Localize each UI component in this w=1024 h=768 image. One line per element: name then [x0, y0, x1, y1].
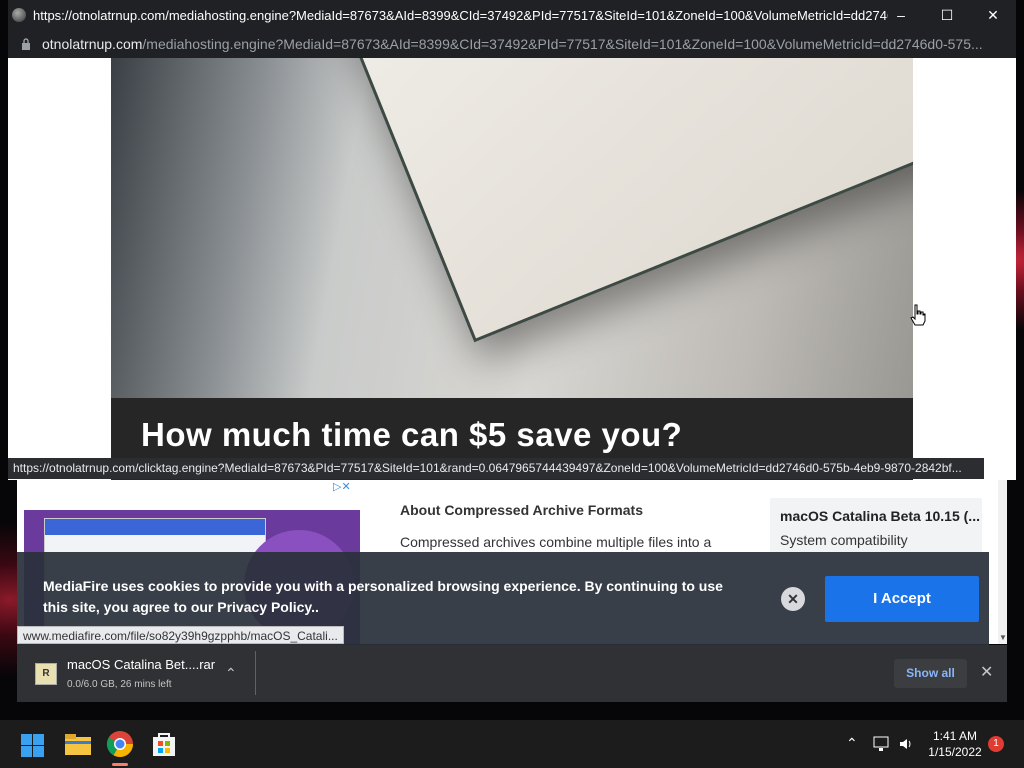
page-scrollbar[interactable]: ▼ — [998, 480, 1007, 644]
file-subtitle: System compatibility — [780, 532, 908, 548]
clock-date: 1/15/2022 — [928, 745, 982, 759]
chevron-up-icon[interactable]: ⌃ — [225, 665, 237, 682]
link-hover-status: https://otnolatrnup.com/clicktag.engine?… — [8, 458, 984, 479]
divider — [255, 651, 256, 695]
popup-content: 5 How much time can $5 save you? — [8, 58, 1016, 480]
close-window-button[interactable]: ✕ — [970, 0, 1016, 30]
cookie-message: MediaFire uses cookies to provide you wi… — [43, 578, 723, 615]
file-explorer-icon[interactable] — [62, 728, 94, 760]
popup-url[interactable]: otnolatrnup.com/mediahosting.engine?Medi… — [42, 36, 1002, 52]
adchoices-icon[interactable]: ▷✕ — [331, 480, 353, 493]
close-shelf-icon[interactable]: ✕ — [980, 662, 993, 682]
download-status: 0.0/6.0 GB, 26 mins left — [67, 679, 172, 690]
ad-banner[interactable]: 5 How much time can $5 save you? — [111, 58, 913, 480]
scroll-down-icon[interactable]: ▼ — [999, 633, 1007, 642]
lock-icon — [22, 38, 30, 50]
store-icon[interactable] — [148, 728, 180, 760]
windows-start-icon[interactable] — [18, 728, 50, 760]
minimize-button[interactable]: – — [878, 0, 924, 30]
chrome-icon[interactable] — [104, 728, 136, 760]
popup-titlebar: https://otnolatrnup.com/mediahosting.eng… — [8, 0, 1016, 30]
site-favicon-icon — [12, 8, 26, 22]
page-link-status: www.mediafire.com/file/so82y39h9gzpphb/m… — [17, 626, 344, 644]
show-all-button[interactable]: Show all — [894, 659, 967, 688]
maximize-button[interactable]: ☐ — [924, 0, 970, 30]
active-app-indicator — [112, 763, 128, 766]
clock[interactable]: 1:41 AM 1/15/2022 — [920, 728, 990, 760]
url-domain: otnolatrnup.com — [42, 36, 143, 52]
download-shelf: R macOS Catalina Bet....rar 0.0/6.0 GB, … — [17, 645, 1007, 702]
clock-time: 1:41 AM — [932, 729, 978, 743]
ad-image-five-dollar-bill[interactable]: 5 — [111, 58, 913, 398]
about-title: About Compressed Archive Formats — [400, 502, 643, 518]
cookie-close-button[interactable]: ✕ — [781, 587, 805, 611]
popup-title-text: https://otnolatrnup.com/mediahosting.eng… — [33, 8, 888, 23]
download-file-name[interactable]: macOS Catalina Bet....rar — [67, 657, 215, 672]
popup-address-bar[interactable]: otnolatrnup.com/mediahosting.engine?Medi… — [8, 30, 1016, 58]
network-icon[interactable] — [873, 736, 891, 752]
bill-graphic: 5 — [311, 58, 913, 343]
file-title: macOS Catalina Beta 10.15 (... — [780, 508, 980, 524]
ad-headline: How much time can $5 save you? — [141, 416, 683, 453]
rar-file-icon: R — [35, 663, 57, 685]
about-body: Compressed archives combine multiple fil… — [400, 534, 712, 550]
url-path: /mediahosting.engine?MediaId=87673&AId=8… — [142, 36, 983, 52]
notification-badge[interactable]: 1 — [988, 736, 1004, 752]
popup-window: https://otnolatrnup.com/mediahosting.eng… — [8, 0, 1016, 480]
volume-icon[interactable] — [898, 736, 914, 752]
chevron-up-tray-icon[interactable]: ⌃ — [846, 735, 858, 752]
hand-cursor-icon — [910, 304, 926, 326]
taskbar: ⌃ 1:41 AM 1/15/2022 — [0, 720, 1024, 768]
accept-cookies-button[interactable]: I Accept — [825, 576, 979, 622]
